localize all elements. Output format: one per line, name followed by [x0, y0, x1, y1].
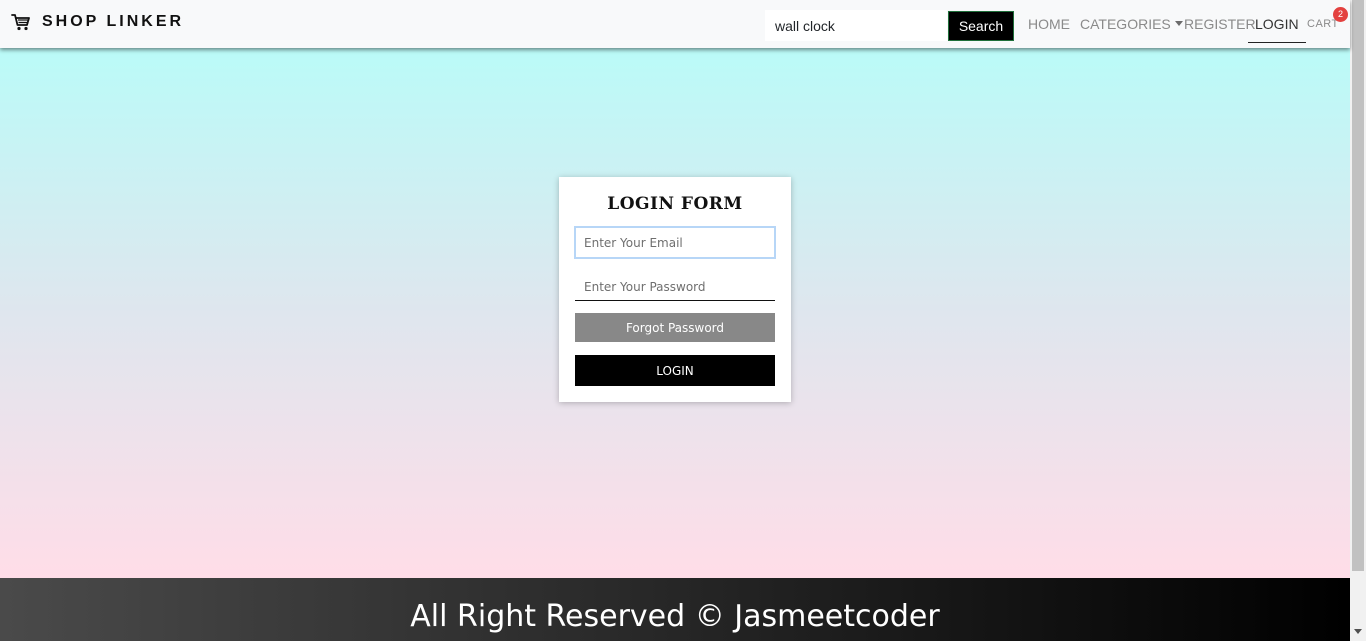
login-form: LOGIN FORM Forgot Password LOGIN: [559, 177, 791, 402]
password-field[interactable]: [575, 273, 775, 301]
caret-down-icon: [1174, 20, 1183, 26]
footer: All Right Reserved © Jasmeetcoder: [0, 578, 1350, 641]
scrollbar-thumb[interactable]: [1352, 0, 1364, 571]
nav-categories-dropdown[interactable]: CATEGORIES: [1080, 16, 1183, 32]
scroll-down-arrow-icon[interactable]: [1354, 629, 1362, 634]
footer-copyright: All Right Reserved © Jasmeetcoder: [410, 599, 940, 634]
login-button[interactable]: LOGIN: [575, 355, 775, 386]
brand-name: SHOP LINKER: [42, 13, 185, 30]
nav-categories-label: CATEGORIES: [1080, 16, 1171, 32]
cart-count-badge: 2: [1333, 7, 1348, 22]
email-field[interactable]: [574, 226, 776, 259]
brand-link[interactable]: SHOP LINKER: [11, 13, 184, 31]
nav-home[interactable]: HOME: [1028, 16, 1070, 32]
search-button[interactable]: Search: [948, 11, 1014, 41]
login-form-title: LOGIN FORM: [607, 194, 743, 214]
search-input[interactable]: [765, 10, 947, 41]
nav-cart[interactable]: CART: [1307, 18, 1339, 30]
nav-register[interactable]: REGISTER: [1184, 16, 1256, 32]
nav-login[interactable]: LOGIN: [1248, 16, 1306, 43]
page: SHOP LINKER Search HOME CATEGORIES REGIS…: [0, 0, 1366, 641]
vertical-scrollbar[interactable]: [1350, 0, 1366, 641]
navbar: SHOP LINKER Search HOME CATEGORIES REGIS…: [0, 0, 1350, 48]
forgot-password-button[interactable]: Forgot Password: [575, 313, 775, 342]
shopping-cart-icon: [11, 13, 31, 31]
